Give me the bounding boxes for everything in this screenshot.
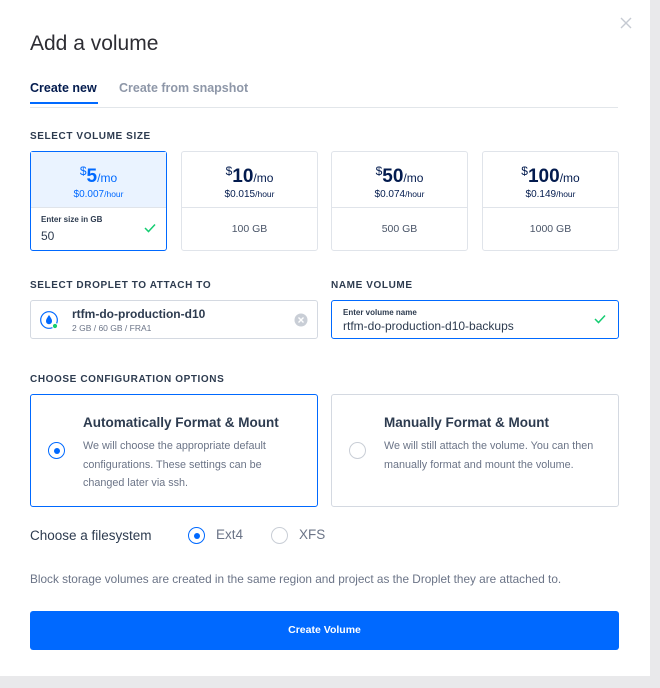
- custom-size-input[interactable]: Enter size in GB 50: [31, 207, 166, 251]
- size-option-price: $10/mo $0.015/hour: [182, 152, 317, 207]
- radio-ext4[interactable]: [188, 527, 205, 544]
- size-option-50[interactable]: $50/mo $0.074/hour 500 GB: [331, 151, 468, 251]
- volume-name-label: Enter volume name: [343, 308, 417, 317]
- create-volume-button[interactable]: Create Volume: [30, 611, 619, 650]
- monthly-price: $5/mo: [79, 164, 118, 187]
- filesystem-ext4[interactable]: Ext4: [188, 526, 258, 546]
- checkmark-icon: [144, 223, 156, 233]
- size-option-gb: 100 GB: [182, 207, 317, 251]
- volume-size-label: SELECT VOLUME SIZE: [30, 131, 151, 142]
- size-option-price: $5/mo $0.007/hour: [31, 152, 166, 207]
- monthly-price: $100/mo: [521, 164, 580, 187]
- filesystem-option-label: XFS: [299, 527, 326, 542]
- custom-size-label: Enter size in GB: [41, 215, 103, 224]
- size-option-100[interactable]: $100/mo $0.149/hour 1000 GB: [482, 151, 619, 251]
- volume-name-value[interactable]: rtfm-do-production-d10-backups: [343, 319, 514, 333]
- tab-create-from-snapshot[interactable]: Create from snapshot: [119, 81, 248, 95]
- hourly-price: $0.015/hour: [224, 189, 275, 200]
- hourly-price: $0.007/hour: [73, 189, 124, 200]
- tab-create-new[interactable]: Create new: [30, 81, 98, 104]
- radio-manual-format[interactable]: [349, 442, 366, 459]
- config-title: Automatically Format & Mount: [83, 415, 279, 430]
- custom-size-value[interactable]: 50: [41, 229, 156, 243]
- radio-xfs[interactable]: [271, 527, 288, 544]
- volume-name-field[interactable]: Enter volume name rtfm-do-production-d10…: [331, 300, 619, 339]
- config-description: We will still attach the volume. You can…: [384, 440, 594, 471]
- size-option-price: $50/mo $0.074/hour: [332, 152, 467, 207]
- filesystem-xfs[interactable]: XFS: [271, 526, 341, 546]
- filesystem-label: Choose a filesystem: [30, 528, 152, 543]
- droplet-section-label: SELECT DROPLET TO ATTACH TO: [30, 280, 212, 291]
- config-auto-format[interactable]: Automatically Format & Mount We will cho…: [30, 394, 318, 507]
- filesystem-option-label: Ext4: [216, 527, 244, 542]
- close-icon[interactable]: [617, 14, 635, 32]
- add-volume-modal: Add a volume Create new Create from snap…: [0, 0, 650, 676]
- hourly-price: $0.149/hour: [525, 189, 576, 200]
- size-option-5[interactable]: $5/mo $0.007/hour Enter size in GB 50: [30, 151, 167, 251]
- config-section-label: CHOOSE CONFIGURATION OPTIONS: [30, 374, 225, 385]
- config-title: Manually Format & Mount: [384, 415, 549, 430]
- droplet-name: rtfm-do-production-d10: [72, 307, 206, 321]
- hourly-price: $0.074/hour: [374, 189, 425, 200]
- region-note: Block storage volumes are created in the…: [30, 572, 562, 586]
- config-manual-format[interactable]: Manually Format & Mount We will still at…: [331, 394, 619, 507]
- name-volume-label: NAME VOLUME: [331, 280, 413, 291]
- monthly-price: $50/mo: [375, 164, 424, 187]
- clear-icon[interactable]: [294, 313, 308, 327]
- size-option-gb: 1000 GB: [483, 207, 618, 251]
- droplet-select[interactable]: rtfm-do-production-d10 2 GB / 60 GB / FR…: [30, 300, 318, 339]
- droplet-icon: [40, 311, 58, 329]
- monthly-price: $10/mo: [225, 164, 274, 187]
- radio-auto-format[interactable]: [48, 442, 65, 459]
- size-option-gb: 500 GB: [332, 207, 467, 251]
- modal-title: Add a volume: [30, 32, 159, 55]
- droplet-meta: 2 GB / 60 GB / FRA1: [72, 323, 152, 333]
- size-option-10[interactable]: $10/mo $0.015/hour 100 GB: [181, 151, 318, 251]
- tab-bar: Create new Create from snapshot: [30, 80, 618, 108]
- size-option-price: $100/mo $0.149/hour: [483, 152, 618, 207]
- checkmark-icon: [594, 314, 606, 324]
- config-description: We will choose the appropriate default c…: [83, 440, 266, 489]
